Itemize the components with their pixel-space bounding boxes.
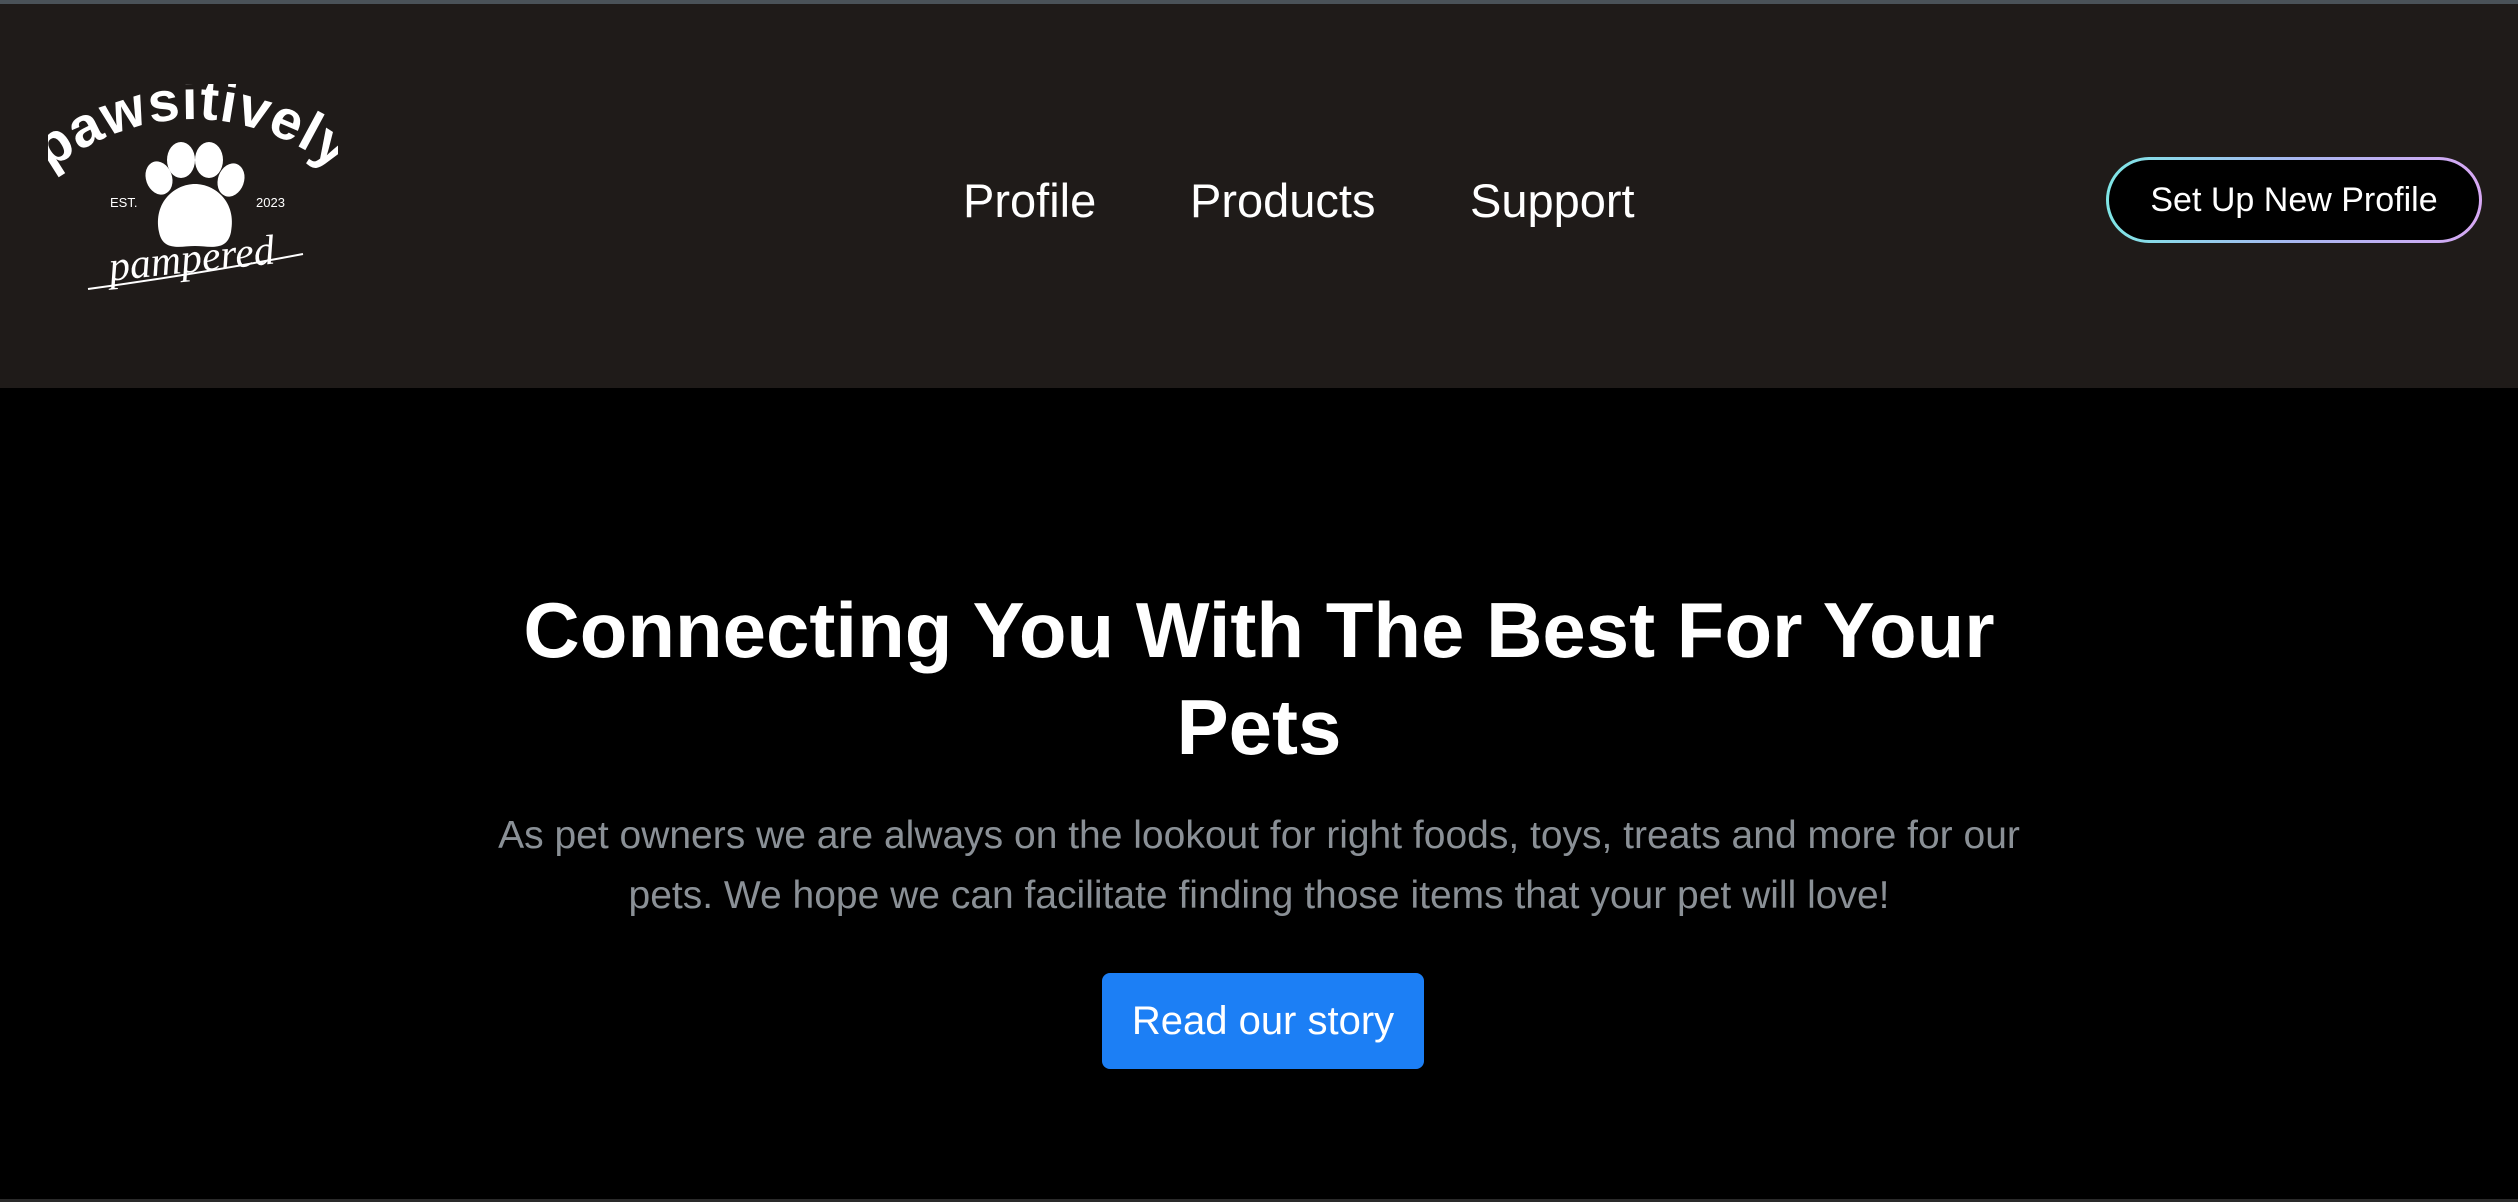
nav-link-support[interactable]: Support — [1470, 166, 1635, 236]
logo-wordmark-bottom: pampered — [104, 227, 278, 291]
hero-description-line-1: As pet owners we are always on the looko… — [498, 814, 2020, 857]
hero-description-line-2: pets. We hope we can facilitate finding … — [628, 874, 1890, 917]
navbar: pawsitively EST. 2023 pampered Profile P… — [0, 4, 2518, 388]
page: pawsitively EST. 2023 pampered Profile P… — [0, 0, 2518, 1202]
setup-profile-button[interactable]: Set Up New Profile — [2106, 157, 2482, 243]
read-our-story-button[interactable]: Read our story — [1102, 973, 1424, 1069]
nav-link-profile[interactable]: Profile — [963, 166, 1096, 236]
hero-section: Connecting You With The Best For Your Pe… — [0, 388, 2518, 1202]
hero-title-line-1: Connecting You With The Best For Your — [523, 586, 1995, 674]
nav-link-products[interactable]: Products — [1190, 166, 1375, 236]
hero-description: As pet owners we are always on the looko… — [0, 806, 2518, 926]
hero-title-line-2: Pets — [1176, 683, 1342, 771]
setup-profile-button-label: Set Up New Profile — [2109, 160, 2479, 240]
hero-title: Connecting You With The Best For Your Pe… — [0, 582, 2518, 776]
